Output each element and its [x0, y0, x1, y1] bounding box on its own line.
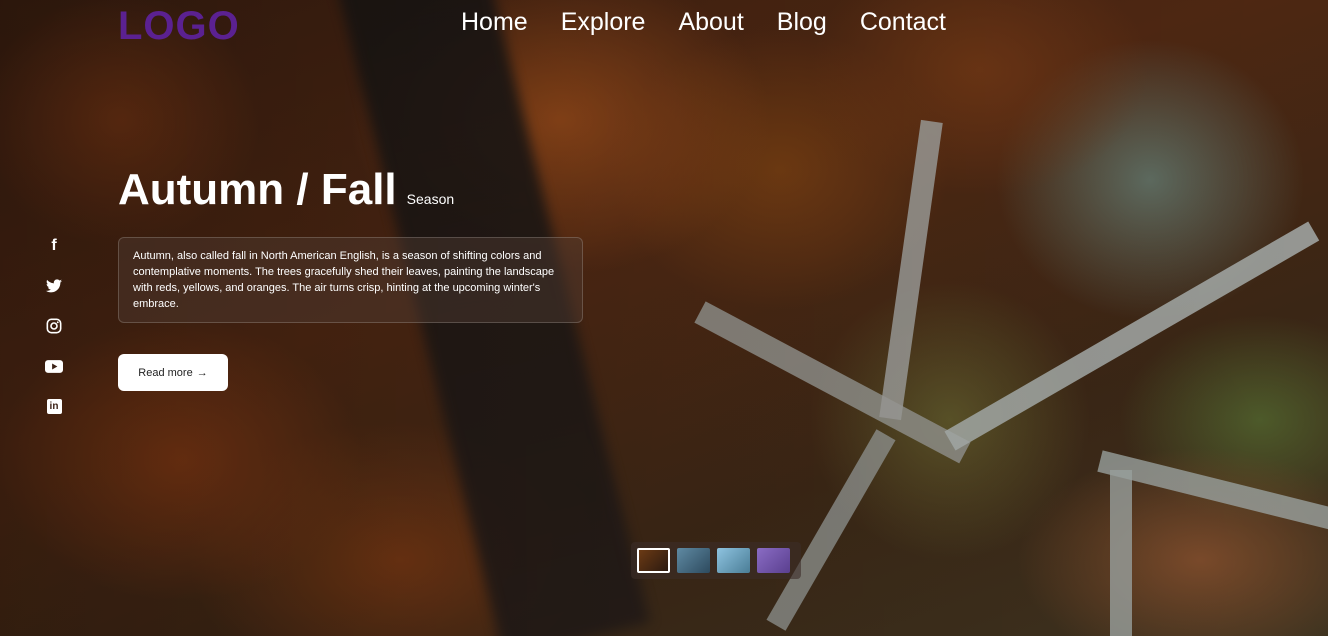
- read-more-label: Read more: [138, 366, 193, 379]
- logo[interactable]: LOGO: [118, 4, 240, 49]
- social-links: f in: [44, 236, 64, 416]
- arrow-right-icon: →: [196, 366, 208, 379]
- nav-contact[interactable]: Contact: [860, 8, 946, 37]
- hero-subtitle: Season: [406, 191, 455, 207]
- twitter-icon[interactable]: [44, 276, 64, 296]
- thumbnail-winter[interactable]: [677, 548, 710, 573]
- nav-home[interactable]: Home: [461, 8, 528, 37]
- linkedin-icon[interactable]: in: [44, 396, 64, 416]
- nav-about[interactable]: About: [678, 8, 743, 37]
- main-nav: Home Explore About Blog Contact: [461, 8, 946, 37]
- hero-heading: Autumn / Fall Season: [118, 165, 454, 215]
- thumbnail-spring[interactable]: [757, 548, 790, 573]
- thumbnail-summer[interactable]: [717, 548, 750, 573]
- instagram-icon[interactable]: [44, 316, 64, 336]
- thumbnail-autumn[interactable]: [637, 548, 670, 573]
- thumbnail-carousel: [631, 542, 801, 579]
- youtube-icon[interactable]: [44, 356, 64, 376]
- facebook-icon[interactable]: f: [44, 236, 64, 256]
- read-more-button[interactable]: Read more →: [118, 354, 228, 391]
- nav-explore[interactable]: Explore: [561, 8, 646, 37]
- nav-blog[interactable]: Blog: [777, 8, 827, 37]
- hero-description: Autumn, also called fall in North Americ…: [118, 237, 583, 323]
- hero-title: Autumn / Fall: [118, 165, 397, 214]
